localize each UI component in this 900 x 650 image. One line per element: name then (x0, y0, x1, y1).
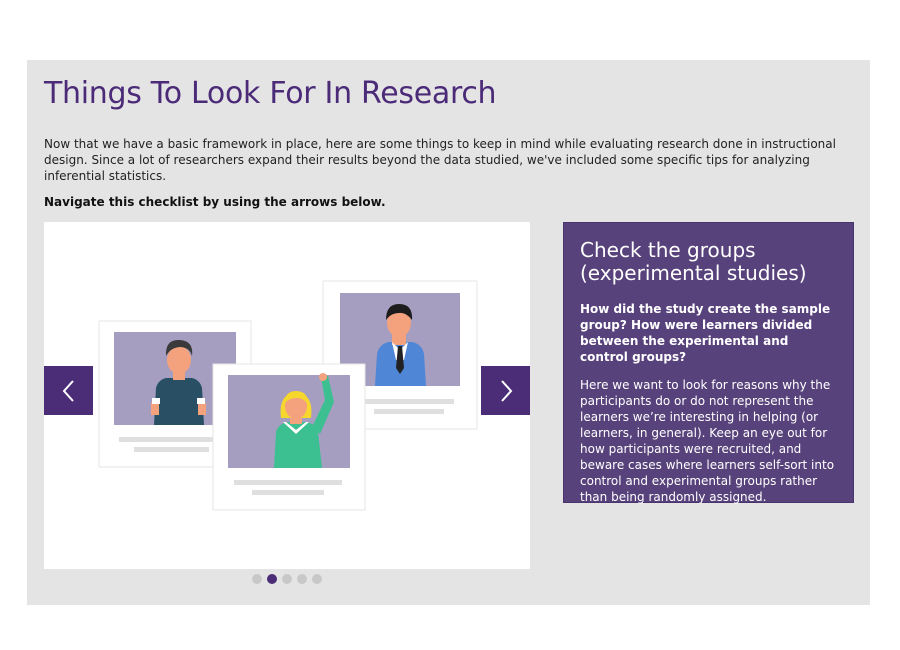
card-question: How did the study create the sample grou… (580, 302, 831, 364)
people-photos-illustration (98, 280, 478, 511)
chevron-right-icon (500, 379, 512, 402)
previous-slide-button[interactable] (44, 366, 93, 415)
pagination-dot[interactable] (252, 574, 262, 584)
photo-card-woman (212, 363, 366, 511)
page-title: Things To Look For In Research (44, 76, 497, 111)
content-panel: Things To Look For In Research Now that … (27, 60, 870, 605)
checklist-card: Check the groups (experimental studies) … (563, 222, 854, 504)
pagination-dot[interactable] (282, 574, 292, 584)
pagination-dot[interactable] (312, 574, 322, 584)
intro-text: Now that we have a basic framework in pl… (44, 137, 836, 183)
chevron-left-icon (62, 379, 74, 402)
slide-illustration (44, 222, 530, 569)
slide-pagination (252, 574, 322, 584)
next-slide-button[interactable] (481, 366, 530, 415)
pagination-dot[interactable] (267, 574, 277, 584)
card-heading: Check the groups (experimental studies) (580, 238, 807, 285)
pagination-dot[interactable] (297, 574, 307, 584)
card-body: Here we want to look for reasons why the… (580, 378, 835, 504)
navigation-hint: Navigate this checklist by using the arr… (44, 195, 386, 209)
